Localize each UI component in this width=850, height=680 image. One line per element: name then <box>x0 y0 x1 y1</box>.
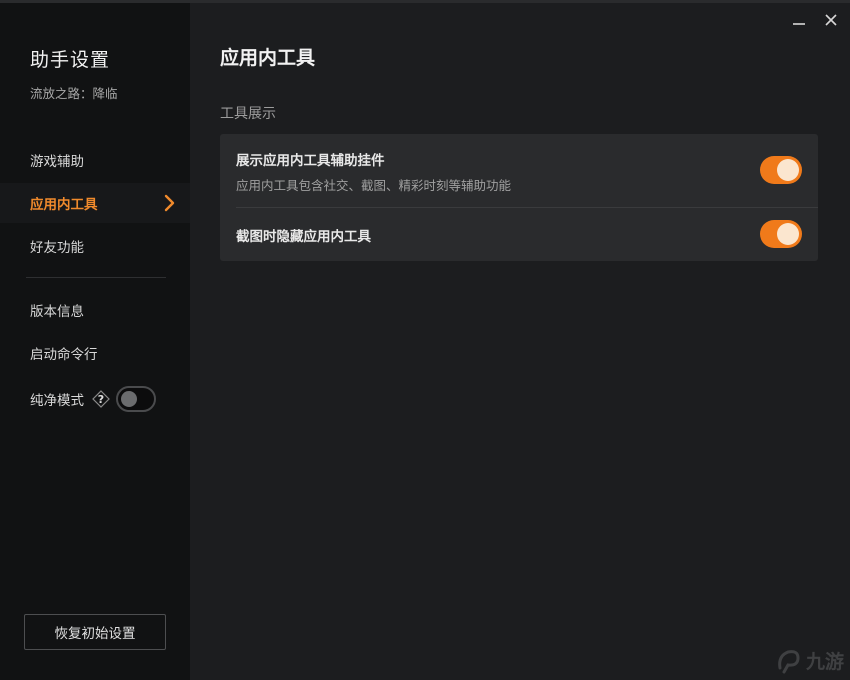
reset-defaults-button[interactable]: 恢复初始设置 <box>24 614 166 650</box>
watermark-text: 九游 <box>805 651 844 673</box>
pure-mode-label: 纯净模式 <box>30 393 84 409</box>
setting-label: 截图时隐藏应用内工具 <box>236 229 371 245</box>
nine-game-logo-icon <box>778 649 800 673</box>
setting-row-hide-on-screenshot: 截图时隐藏应用内工具 <box>220 208 818 261</box>
sidebar-divider <box>26 277 166 278</box>
setting-row-show-widget: 展示应用内工具辅助挂件 应用内工具包含社交、截图、精彩时刻等辅助功能 <box>220 134 818 207</box>
sidebar-item-label: 游戏辅助 <box>30 154 84 170</box>
sidebar-item-version-info[interactable]: 版本信息 <box>0 290 190 330</box>
close-icon[interactable] <box>822 11 840 29</box>
sidebar-item-label: 好友功能 <box>30 240 84 256</box>
sidebar-item-in-app-tools[interactable]: 应用内工具 <box>0 183 190 223</box>
settings-card: 展示应用内工具辅助挂件 应用内工具包含社交、截图、精彩时刻等辅助功能 截图时隐藏… <box>220 134 818 261</box>
setting-description: 应用内工具包含社交、截图、精彩时刻等辅助功能 <box>236 178 512 193</box>
sidebar-subtitle: 流放之路：降临 <box>30 86 118 101</box>
sidebar-item-label: 启动命令行 <box>30 347 98 363</box>
sidebar-item-friends[interactable]: 好友功能 <box>0 226 190 266</box>
window-controls <box>790 11 840 29</box>
setting-label: 展示应用内工具辅助挂件 <box>236 153 385 169</box>
chevron-right-icon <box>164 194 175 212</box>
sidebar-item-game-assist[interactable]: 游戏辅助 <box>0 140 190 180</box>
page-title: 应用内工具 <box>220 47 316 69</box>
watermark-logo: 九游 <box>776 647 844 674</box>
toggle-knob <box>777 223 799 245</box>
sidebar-item-label: 应用内工具 <box>30 197 98 213</box>
show-widget-toggle[interactable] <box>760 156 802 184</box>
sidebar-title: 助手设置 <box>30 49 111 71</box>
question-icon[interactable]: ? <box>92 390 110 408</box>
hide-on-screenshot-toggle[interactable] <box>760 220 802 248</box>
sidebar-item-label: 版本信息 <box>30 304 84 320</box>
section-label: 工具展示 <box>220 106 276 122</box>
toggle-knob <box>121 391 137 407</box>
sidebar-item-launch-cmd[interactable]: 启动命令行 <box>0 333 190 373</box>
toggle-knob <box>777 159 799 181</box>
svg-text:?: ? <box>98 393 104 406</box>
settings-window: 助手设置 流放之路：降临 游戏辅助 应用内工具 好友功能 版本信息 启动命令行 … <box>0 0 850 680</box>
sidebar: 助手设置 流放之路：降临 游戏辅助 应用内工具 好友功能 版本信息 启动命令行 … <box>0 3 190 680</box>
minimize-icon[interactable] <box>790 11 808 29</box>
pure-mode-row: 纯净模式 ? <box>30 383 156 415</box>
main-panel: 应用内工具 工具展示 展示应用内工具辅助挂件 应用内工具包含社交、截图、精彩时刻… <box>190 3 850 680</box>
pure-mode-toggle[interactable] <box>116 386 156 412</box>
